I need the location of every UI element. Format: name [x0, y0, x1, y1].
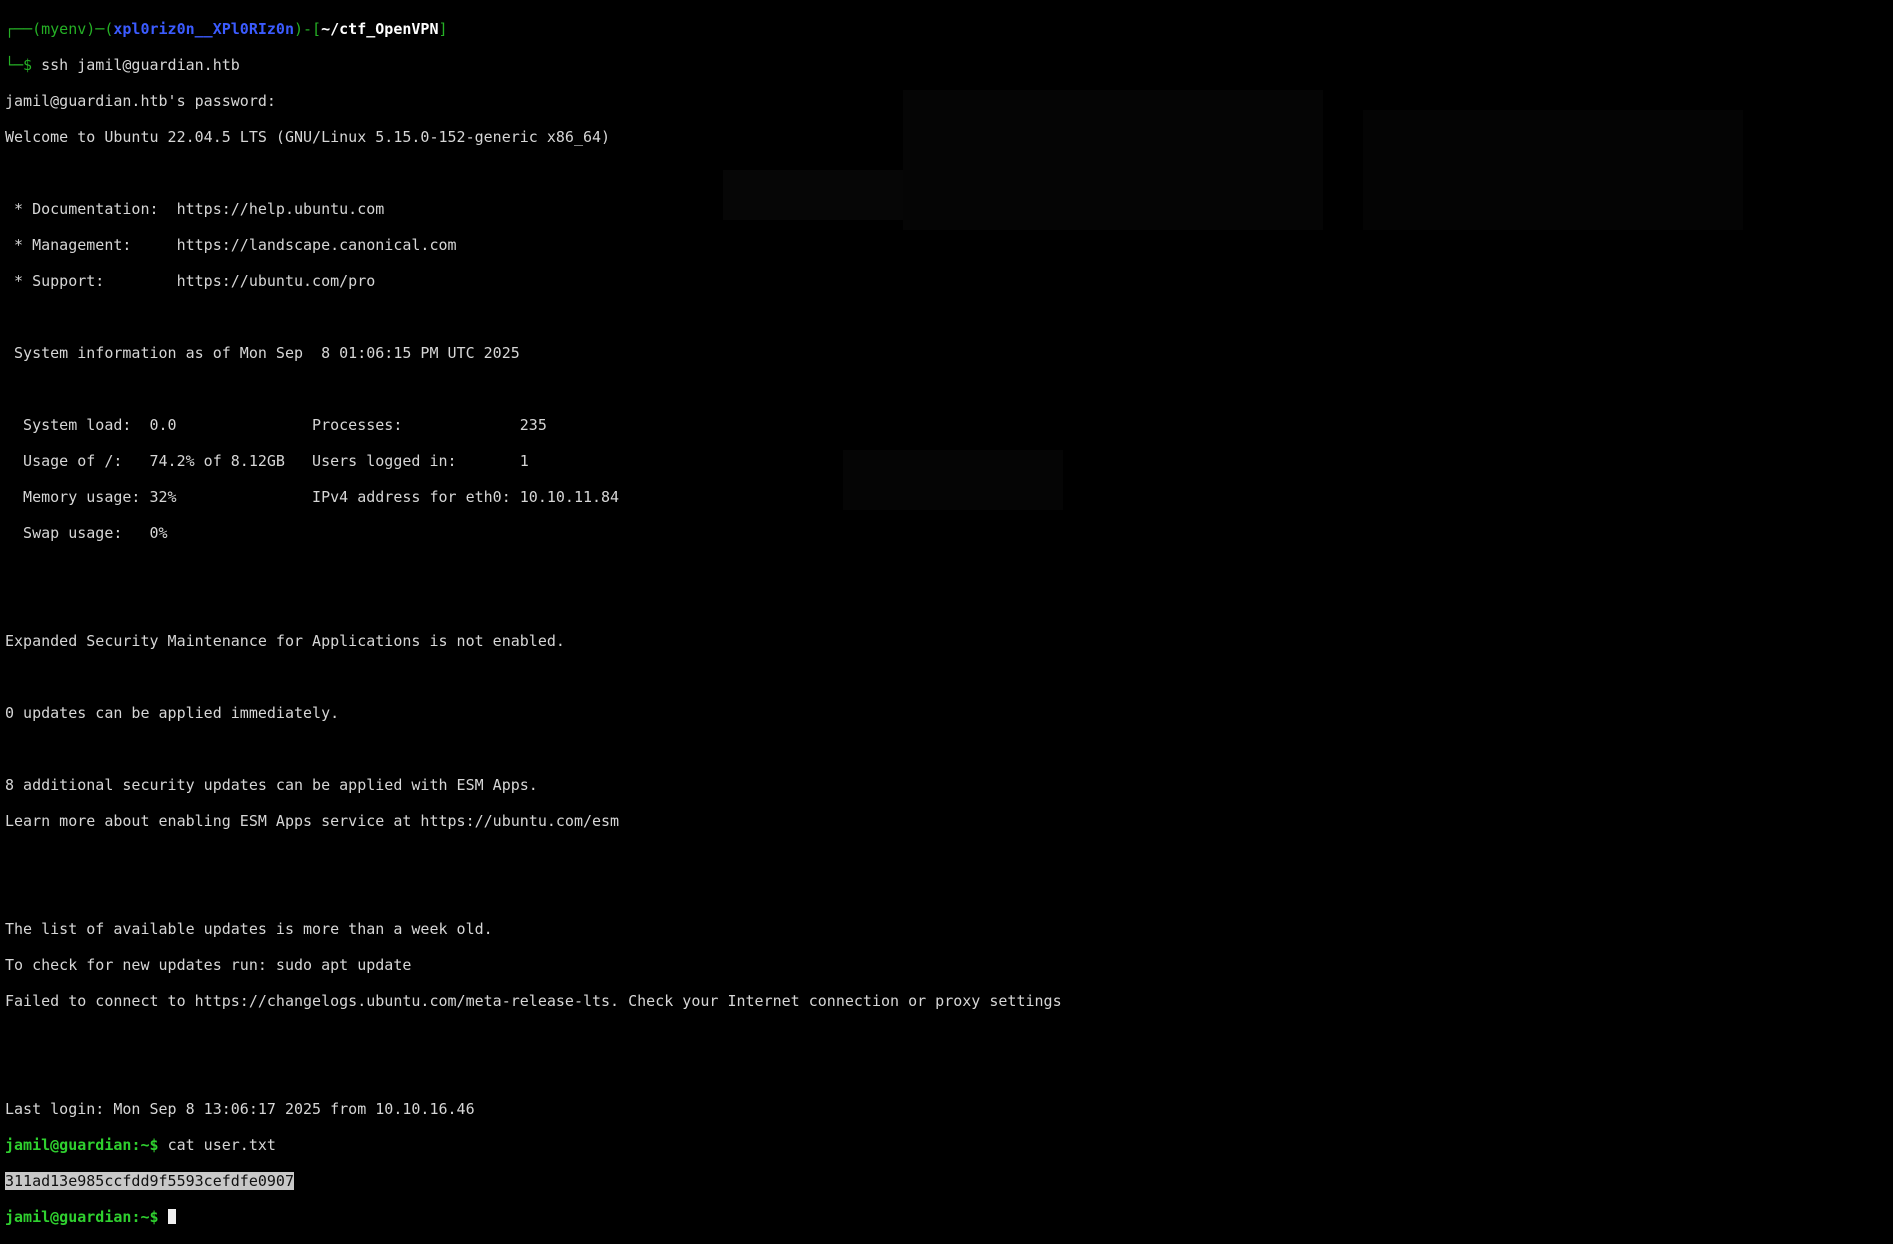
- last-login: Last login: Mon Sep 8 13:06:17 2025 from…: [5, 1100, 475, 1118]
- sysinfo-row: Usage of /: 74.2% of 8.12GB Users logged…: [5, 452, 529, 470]
- password-prompt: jamil@guardian.htb's password:: [5, 92, 276, 110]
- management-link: https://landscape.canonical.com: [176, 236, 457, 254]
- documentation-link: https://help.ubuntu.com: [176, 200, 385, 218]
- final-user-host: jamil@guardian: [5, 1208, 132, 1226]
- support-link: https://ubuntu.com/pro: [176, 272, 376, 290]
- sysinfo-row: System load: 0.0 Processes: 235: [5, 416, 547, 434]
- flag-line: 311ad13e985ccfdd9f5593cefdfe0907: [5, 1172, 1885, 1190]
- doc-link-line: * Documentation: https://help.ubuntu.com: [5, 200, 385, 218]
- ssh-command: ssh jamil@guardian.htb: [41, 56, 240, 74]
- user-flag: 311ad13e985ccfdd9f5593cefdfe0907: [5, 1172, 294, 1190]
- local-path: ~/ctf_OpenVPN: [321, 20, 439, 38]
- venv-name: myenv: [41, 20, 87, 38]
- local-host: xpl0riz0n__XPl0RIz0n: [113, 20, 294, 38]
- remote-user-host: jamil@guardian: [5, 1136, 132, 1154]
- prompt-line-2: └─$ ssh jamil@guardian.htb: [5, 56, 240, 74]
- remote-prompt-line: jamil@guardian:~$ cat user.txt: [5, 1136, 276, 1154]
- text-cursor[interactable]: [167, 1209, 176, 1224]
- support-link-line: * Support: https://ubuntu.com/pro: [5, 272, 376, 290]
- final-prompt-line[interactable]: jamil@guardian:~$: [5, 1208, 1885, 1226]
- sysinfo-header: System information as of Mon Sep 8 01:06…: [5, 344, 520, 362]
- esm-learn: Learn more about enabling ESM Apps servi…: [5, 812, 620, 830]
- check-updates: To check for new updates run: sudo apt u…: [5, 956, 412, 974]
- sysinfo-row: Memory usage: 32% IPv4 address for eth0:…: [5, 488, 620, 506]
- failed-connect: Failed to connect to https://changelogs.…: [5, 992, 1062, 1010]
- prompt-line-1: ┌──(myenv)─(xpl0riz0n__XPl0RIz0n)-[~/ctf…: [5, 20, 448, 38]
- management-link-line: * Management: https://landscape.canonica…: [5, 236, 457, 254]
- terminal-output[interactable]: ┌──(myenv)─(xpl0riz0n__XPl0RIz0n)-[~/ctf…: [5, 2, 1885, 1244]
- sysinfo-row: Swap usage: 0%: [5, 524, 168, 542]
- esm-updates: 8 additional security updates can be app…: [5, 776, 538, 794]
- updates-now: 0 updates can be applied immediately.: [5, 704, 340, 722]
- list-old: The list of available updates is more th…: [5, 920, 493, 938]
- welcome-line: Welcome to Ubuntu 22.04.5 LTS (GNU/Linux…: [5, 128, 611, 146]
- cat-command: cat user.txt: [167, 1136, 276, 1154]
